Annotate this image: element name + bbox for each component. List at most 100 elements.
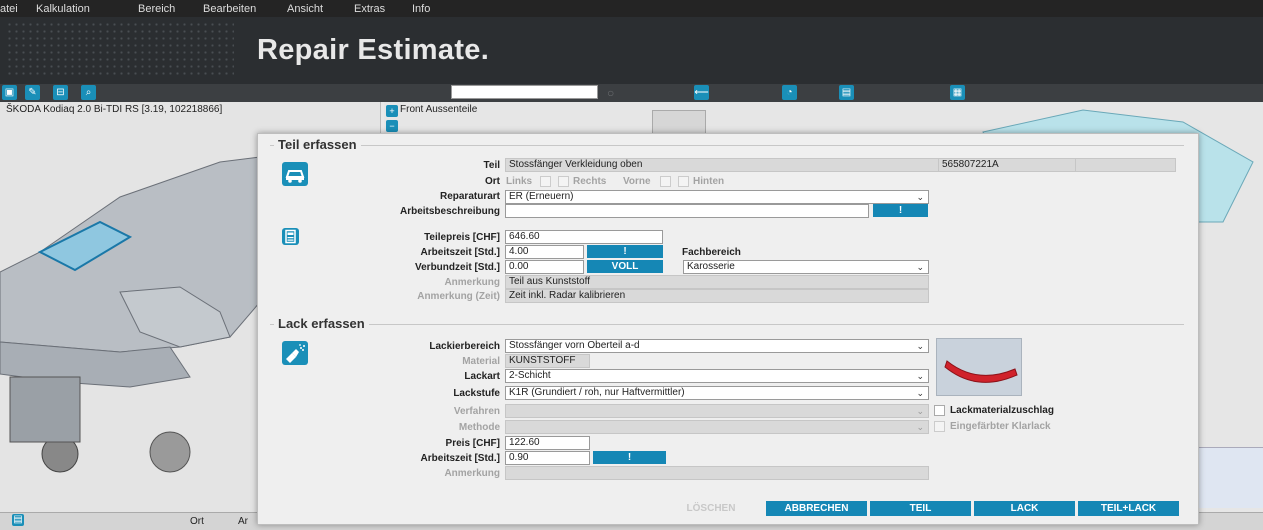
fachbereich-select[interactable]: Karosserie ⌄: [683, 260, 929, 274]
teil-number-field: 565807221A: [938, 158, 1076, 172]
verbundzeit-label: Verbundzeit [Std.]: [415, 262, 500, 273]
menu-info[interactable]: Info: [412, 3, 430, 15]
chevron-down-icon: ⌄: [916, 388, 924, 398]
calculator-icon: [282, 228, 299, 245]
verfahren-select[interactable]: ⌄: [505, 404, 929, 418]
ort-vorne-checkbox[interactable]: [660, 176, 671, 187]
part-entry-dialog: Teil erfassen Teil Stossfänger Verkleidu…: [257, 133, 1199, 525]
ort-links-label: Links: [506, 176, 533, 187]
lackmaterialzuschlag-label: Lackmaterialzuschlag: [950, 405, 1054, 416]
chevron-down-icon: ⌄: [916, 341, 924, 351]
ort-hinten-checkbox[interactable]: [678, 176, 689, 187]
chevron-down-icon: ⌄: [916, 192, 924, 202]
voll-button[interactable]: VOLL: [587, 260, 663, 273]
spray-gun-icon: [282, 341, 308, 365]
search-icon[interactable]: ○: [607, 86, 614, 100]
reparaturart-select[interactable]: ER (Erneuern) ⌄: [505, 190, 929, 204]
teil-label: Teil: [483, 160, 500, 171]
arbeitsbeschreibung-label: Arbeitsbeschreibung: [399, 206, 500, 217]
ort-rechts-checkbox[interactable]: [558, 176, 569, 187]
ort-vorne-label: Vorne: [623, 176, 651, 187]
anmerkung-label: Anmerkung: [444, 277, 500, 288]
lack-erfassen-legend: Lack erfassen: [274, 316, 369, 331]
reparaturart-value: ER (Erneuern): [509, 191, 574, 202]
loeschen-button[interactable]: LÖSCHEN: [658, 501, 764, 516]
teilepreis-label: Teilepreis [CHF]: [424, 232, 500, 243]
speech-bubble-icon[interactable]: ◔: [782, 85, 797, 100]
lack-button[interactable]: LACK: [974, 501, 1075, 516]
material-label: Material: [462, 356, 500, 367]
car-icon: [282, 162, 308, 186]
teilepreis-input[interactable]: 646.60: [505, 230, 663, 244]
teil-lack-button[interactable]: TEIL+LACK: [1078, 501, 1179, 516]
menu-kalkulation[interactable]: Kalkulation: [36, 3, 90, 15]
teil-button[interactable]: TEIL: [870, 501, 971, 516]
ort-hinten-label: Hinten: [693, 176, 725, 187]
verfahren-label: Verfahren: [453, 406, 500, 417]
arbeitszeit-excl-button[interactable]: !: [587, 245, 663, 258]
document-icon[interactable]: ▤: [839, 85, 854, 100]
calculator-toolbar-icon[interactable]: ▦: [950, 85, 965, 100]
app-banner: Repair Estimate.: [0, 17, 1263, 84]
lack-arbeitszeit-excl-button[interactable]: !: [593, 451, 666, 464]
chevron-down-icon: ⌄: [916, 262, 924, 272]
ort-rechts-label: Rechts: [573, 176, 607, 187]
lack-anmerkung-field: [505, 466, 929, 480]
lackierbereich-select[interactable]: Stossfänger vorn Oberteil a-d ⌄: [505, 339, 929, 353]
lackmaterialzuschlag-checkbox[interactable]: [934, 405, 945, 416]
car-toolbar-icon[interactable]: ⊟: [53, 85, 68, 100]
arbeitsbeschreibung-excl-button[interactable]: !: [873, 204, 928, 217]
eingefaerbter-klarlack-checkbox[interactable]: [934, 421, 945, 432]
abbrechen-button[interactable]: ABBRECHEN: [766, 501, 867, 516]
anmerkung-field: Teil aus Kunststoff: [505, 275, 929, 289]
status-col-ort: Ort: [190, 516, 204, 527]
lackart-value: 2-Schicht: [509, 370, 551, 381]
methode-select[interactable]: ⌄: [505, 420, 929, 434]
chevron-down-icon: ⌄: [916, 422, 924, 432]
lackierbereich-label: Lackierbereich: [429, 341, 500, 352]
methode-label: Methode: [458, 422, 500, 433]
parts-panel-title: Front Aussenteile: [400, 104, 478, 115]
eingefaerbter-klarlack-label: Eingefärbter Klarlack: [950, 421, 1051, 432]
banner-dot-pattern: [6, 21, 234, 76]
toolbar: ▣ ✎ ⊟ ⌕ ○ ⟵ ◔ ▤ ▦: [0, 84, 1263, 102]
zoom-out-icon[interactable]: −: [386, 120, 398, 132]
chevron-down-icon: ⌄: [916, 371, 924, 381]
ort-links-checkbox[interactable]: [540, 176, 551, 187]
lackart-label: Lackart: [464, 371, 500, 382]
preis-input[interactable]: 122.60: [505, 436, 590, 450]
menu-bar: atei Kalkulation Bereich Bearbeiten Ansi…: [0, 0, 1263, 17]
right-list-strip: [1199, 447, 1263, 508]
chevron-down-icon: ⌄: [916, 406, 924, 416]
tools-toolbar-icon[interactable]: ✎: [25, 85, 40, 100]
search-document-toolbar-icon[interactable]: ⌕: [81, 85, 96, 100]
arbeitsbeschreibung-input[interactable]: [505, 204, 869, 218]
lack-arbeitszeit-input[interactable]: 0.90: [505, 451, 590, 465]
ort-label: Ort: [485, 176, 500, 187]
fachbereich-label: Fachbereich: [682, 247, 741, 258]
reparaturart-label: Reparaturart: [439, 191, 500, 202]
verbundzeit-input[interactable]: 0.00: [505, 260, 584, 274]
menu-datei[interactable]: atei: [0, 3, 18, 15]
teil-erfassen-legend: Teil erfassen: [274, 137, 361, 152]
lackstufe-select[interactable]: K1R (Grundiert / roh, nur Haftvermittler…: [505, 386, 929, 400]
status-col-ar: Ar: [238, 516, 248, 527]
material-field: KUNSTSTOFF: [505, 354, 590, 368]
fachbereich-value: Karosserie: [687, 261, 735, 272]
menu-extras[interactable]: Extras: [354, 3, 385, 15]
lackart-select[interactable]: 2-Schicht ⌄: [505, 369, 929, 383]
lackstufe-label: Lackstufe: [453, 388, 500, 399]
vehicle-toolbar-icon[interactable]: ▣: [2, 85, 17, 100]
lack-arbeitszeit-label: Arbeitszeit [Std.]: [420, 453, 500, 464]
zoom-in-icon[interactable]: +: [386, 105, 398, 117]
list-icon[interactable]: ▤: [12, 514, 24, 526]
toolbar-search-input[interactable]: [451, 85, 598, 99]
menu-bearbeiten[interactable]: Bearbeiten: [203, 3, 256, 15]
anmerkung-zeit-label: Anmerkung (Zeit): [417, 291, 500, 302]
arrow-left-icon[interactable]: ⟵: [694, 85, 709, 100]
brand-logo: Repair Estimate.: [257, 34, 490, 66]
arbeitszeit-input[interactable]: 4.00: [505, 245, 584, 259]
lack-anmerkung-label: Anmerkung: [444, 468, 500, 479]
menu-ansicht[interactable]: Ansicht: [287, 3, 323, 15]
menu-bereich[interactable]: Bereich: [138, 3, 175, 15]
